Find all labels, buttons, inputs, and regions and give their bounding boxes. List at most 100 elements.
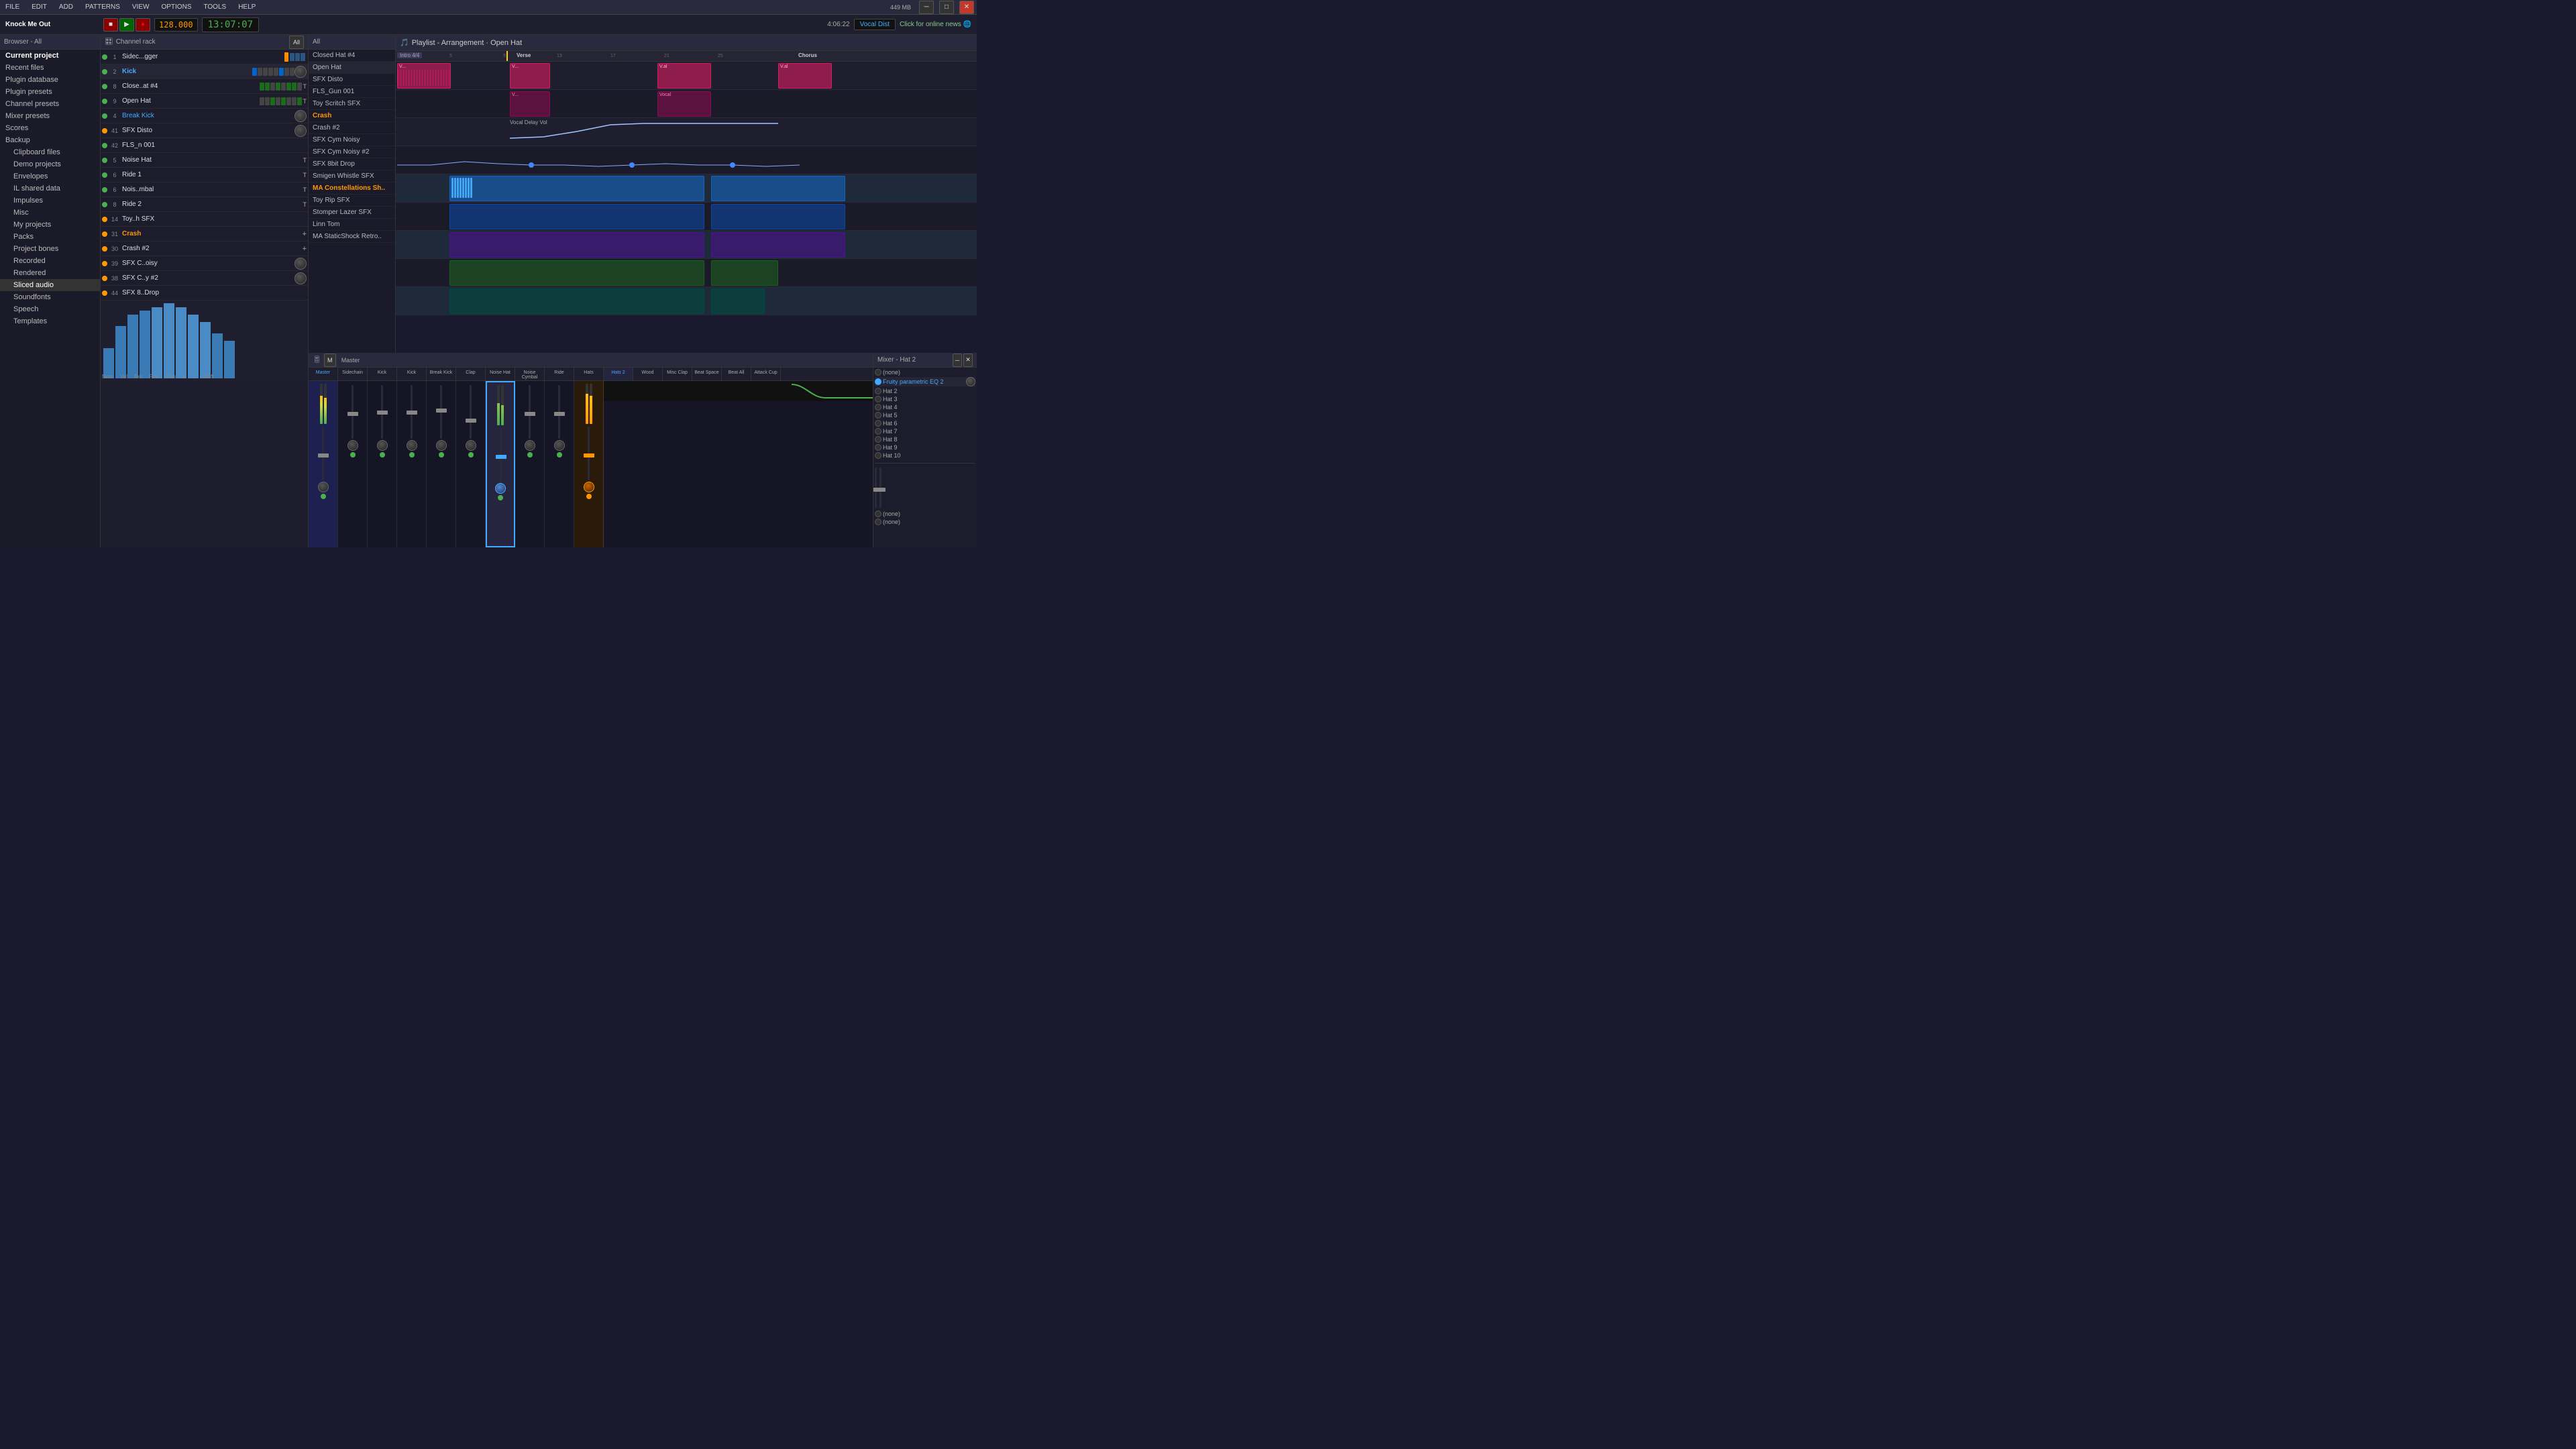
- block-vocal-3[interactable]: V.al: [657, 63, 711, 89]
- sidebar-item-il-shared[interactable]: IL shared data: [0, 182, 100, 195]
- sidebar-item-impulses[interactable]: Impulses: [0, 195, 100, 207]
- mixer-ch-noisehat[interactable]: Noise Hat: [486, 368, 515, 380]
- pan-handle[interactable]: [629, 162, 635, 168]
- mixer-strip-breakkick[interactable]: [427, 381, 456, 547]
- block-vocal-2[interactable]: V...: [510, 63, 550, 89]
- step-btn[interactable]: [297, 97, 302, 105]
- fader-handle[interactable]: [436, 409, 447, 413]
- record-btn[interactable]: ●: [136, 18, 150, 32]
- mixer-strip-master[interactable]: [309, 381, 338, 547]
- mixer-right-close-btn[interactable]: ✕: [963, 354, 973, 367]
- fader-handle[interactable]: [584, 453, 594, 458]
- fx-hat6[interactable]: Hat 6: [875, 420, 975, 427]
- volume-knob[interactable]: [377, 440, 388, 451]
- volume-knob[interactable]: [525, 440, 535, 451]
- menu-view[interactable]: VIEW: [129, 2, 152, 12]
- step-btn[interactable]: [301, 53, 305, 61]
- step-btn[interactable]: [292, 83, 297, 91]
- volume-knob[interactable]: [584, 482, 594, 492]
- stop-btn[interactable]: ■: [103, 18, 118, 32]
- block-vocal-4[interactable]: V.al: [778, 63, 832, 89]
- mixer-strip-clap[interactable]: [456, 381, 486, 547]
- mixer-ch-wood[interactable]: Wood: [633, 368, 663, 380]
- fx-radio[interactable]: [875, 420, 881, 427]
- sidebar-item-templates[interactable]: Templates: [0, 315, 100, 327]
- knob[interactable]: [294, 66, 307, 78]
- browser-list[interactable]: Current project Recent files Plugin data…: [0, 50, 100, 547]
- instrument-fls-gun[interactable]: FLS_Gun 001: [309, 86, 395, 98]
- channel-row-closehat[interactable]: 8 Close..at #4 T: [101, 79, 308, 94]
- volume-knob[interactable]: [318, 482, 329, 492]
- channel-row-sfx8drop[interactable]: 44 SFX 8..Drop: [101, 286, 308, 301]
- mixer-ch-clap[interactable]: Clap: [456, 368, 486, 380]
- volume-knob[interactable]: [466, 440, 476, 451]
- step-btn[interactable]: [290, 68, 294, 76]
- fx-hat10[interactable]: Hat 10: [875, 452, 975, 459]
- sidebar-item-backup[interactable]: Backup: [0, 134, 100, 146]
- sidebar-item-packs[interactable]: Packs: [0, 231, 100, 243]
- channel-row-flsn[interactable]: 42 FLS_n 001: [101, 138, 308, 153]
- block-clap-2[interactable]: [711, 232, 845, 258]
- instrument-crash2[interactable]: Crash #2: [309, 122, 395, 134]
- fader-handle[interactable]: [466, 419, 476, 423]
- channel-row-breakkick[interactable]: 4 Break Kick: [101, 109, 308, 123]
- step-btn[interactable]: [265, 97, 270, 105]
- channel-rack-all-btn[interactable]: All: [289, 36, 304, 49]
- channel-row-kick[interactable]: 2 Kick: [101, 64, 308, 79]
- play-btn[interactable]: ▶: [119, 18, 134, 32]
- maximize-btn[interactable]: □: [939, 1, 954, 14]
- sidebar-item-recent-files[interactable]: Recent files: [0, 62, 100, 74]
- step-btn[interactable]: [263, 68, 268, 76]
- instrument-sfx-cym2[interactable]: SFX Cym Noisy #2: [309, 146, 395, 158]
- step-btn[interactable]: [268, 68, 273, 76]
- block-clap-1[interactable]: [449, 232, 704, 258]
- knob[interactable]: [294, 125, 307, 137]
- block-kick-1[interactable]: [449, 176, 704, 201]
- fx-hat5[interactable]: Hat 5: [875, 412, 975, 419]
- bpm-display[interactable]: 128.000: [154, 18, 198, 32]
- send-none-1[interactable]: (none): [875, 511, 975, 517]
- volume-knob[interactable]: [347, 440, 358, 451]
- step-btn[interactable]: [252, 68, 257, 76]
- step-btn[interactable]: [270, 83, 275, 91]
- fader-handle-r2[interactable]: [876, 488, 885, 492]
- mixer-ch-beatspace[interactable]: Beat Space: [692, 368, 722, 380]
- knob[interactable]: [294, 110, 307, 122]
- fx-hat8[interactable]: Hat 8: [875, 436, 975, 443]
- sidebar-item-plugin-presets[interactable]: Plugin presets: [0, 86, 100, 98]
- fx-eq[interactable]: Fruity parametric EQ 2: [875, 377, 975, 386]
- step-btn[interactable]: [274, 68, 278, 76]
- step-btn[interactable]: [276, 83, 280, 91]
- fx-radio[interactable]: [875, 428, 881, 435]
- send-radio[interactable]: [875, 511, 881, 517]
- block-openhat-2[interactable]: [711, 288, 765, 314]
- sidebar-item-mixer-presets[interactable]: Mixer presets: [0, 110, 100, 122]
- mixer-strip-chord[interactable]: [545, 381, 574, 547]
- sidebar-item-clipboard-files[interactable]: Clipboard files: [0, 146, 100, 158]
- instrument-ma-static[interactable]: MA StaticShock Retro..: [309, 231, 395, 243]
- fader-handle[interactable]: [525, 412, 535, 416]
- menu-file[interactable]: FILE: [3, 2, 22, 12]
- channel-row-noisehat[interactable]: 5 Noise Hat T: [101, 153, 308, 168]
- channel-row-toyhsfx[interactable]: 14 Toy..h SFX: [101, 212, 308, 227]
- fx-power-knob[interactable]: [966, 377, 975, 386]
- instrument-sfx-cym[interactable]: SFX Cym Noisy: [309, 134, 395, 146]
- channel-row-openhat[interactable]: 9 Open Hat T: [101, 94, 308, 109]
- knob[interactable]: [294, 272, 307, 284]
- mixer-ch-hats2[interactable]: Hats 2: [604, 368, 633, 380]
- piano-roll-area[interactable]: Note Vel Rel Fine Pan X Y Shift: [101, 301, 308, 381]
- instrument-smigen[interactable]: Smigen Whistle SFX: [309, 170, 395, 182]
- send-radio[interactable]: [875, 519, 881, 525]
- mixer-ch-breakkick[interactable]: Break Kick: [427, 368, 456, 380]
- instrument-stomper[interactable]: Stomper Lazer SFX: [309, 207, 395, 219]
- menu-help[interactable]: HELP: [235, 2, 258, 12]
- channel-row-crash[interactable]: 31 Crash +: [101, 227, 308, 241]
- block-vocaldist-2[interactable]: Vocal: [657, 91, 711, 117]
- mixer-ch-beatall[interactable]: Beat All: [722, 368, 751, 380]
- block-vocaldist-1[interactable]: V...: [510, 91, 550, 117]
- channel-row-ride2[interactable]: 8 Ride 2 T: [101, 197, 308, 212]
- fx-radio[interactable]: [875, 404, 881, 411]
- fader-handle[interactable]: [318, 453, 329, 458]
- instrument-toy-scritch[interactable]: Toy Scritch SFX: [309, 98, 395, 110]
- fx-radio[interactable]: [875, 412, 881, 419]
